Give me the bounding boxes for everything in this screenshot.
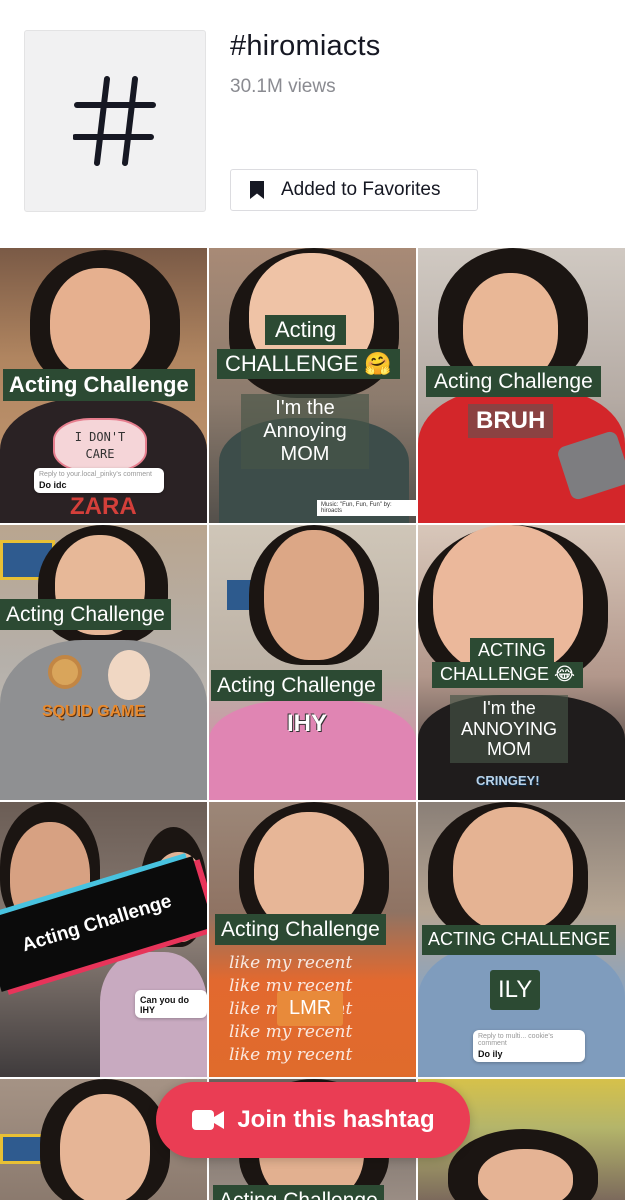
video-caption: Acting Challenge (213, 1185, 384, 1200)
reply-header: Reply to multi... cookie's comment (478, 1033, 554, 1047)
video-tile[interactable]: Acting Challenge BRUH (418, 248, 625, 523)
video-caption: Acting Challenge (0, 599, 171, 631)
reply-text: Do ily (478, 1049, 503, 1059)
video-tile[interactable]: Acting Challenge Can you do IHY (0, 802, 207, 1077)
video-overlay-text: BRUH (468, 404, 554, 438)
hashtag-header: #hiromiacts 30.1M views Added to Favorit… (0, 0, 625, 248)
video-caption-line1: Acting (265, 315, 347, 346)
video-tile[interactable]: ACTING CHALLENGE ILY Reply to multi... c… (418, 802, 625, 1077)
reply-text: Do idc (39, 480, 67, 490)
video-tile[interactable]: Acting Challenge I DON'T CARE Reply to y… (0, 248, 207, 523)
video-caption: Acting Challenge (426, 366, 601, 398)
video-overlay-text: ILY (490, 970, 541, 1010)
video-overlay-text: I DON'T CARE (74, 429, 126, 461)
bookmark-icon (250, 181, 264, 199)
video-tile[interactable]: Acting Challenge IHY (209, 525, 416, 800)
favorites-label: Added to Favorites (281, 179, 441, 200)
hashtag-title: #hiromiacts (230, 30, 381, 62)
video-caption-line2: CHALLENGE 🤗 (217, 349, 400, 380)
video-tile[interactable]: Acting Challenge SQUID GAME (0, 525, 207, 800)
hashtag-icon (73, 76, 156, 166)
video-overlay-text: LMR (277, 991, 344, 1026)
view-count: 30.1M views (230, 76, 336, 97)
join-hashtag-button[interactable]: Join this hashtag (156, 1082, 470, 1158)
video-tile[interactable]: ACTING CHALLENGE 😂 I'm the ANNOYING MOM … (418, 525, 625, 800)
video-camera-icon (192, 1110, 225, 1130)
video-caption: Acting Challenge (3, 369, 195, 402)
background-text: like my recent (229, 953, 353, 973)
video-overlay-text-2: CRINGEY! (476, 773, 540, 788)
comment-reply-bubble: Can you do IHY (135, 990, 207, 1018)
video-caption-line1: ACTING (470, 638, 555, 664)
favorites-button[interactable]: Added to Favorites (230, 169, 478, 211)
video-caption: Acting Challenge (211, 670, 382, 702)
video-overlay-text: IHY (287, 710, 328, 737)
comment-reply-bubble: Reply to your.local_pinky's comment Do i… (34, 468, 164, 493)
music-credit: Music: "Fun, Fun, Fun" by: hiroacts (317, 500, 416, 516)
video-caption-line2: CHALLENGE 😂 (432, 662, 584, 688)
reply-text: Can you do IHY (140, 995, 189, 1015)
video-overlay-text: I'm the ANNOYING MOM (450, 695, 568, 764)
reply-header: Reply to your.local_pinky's comment (39, 471, 152, 478)
video-caption: Acting Challenge (215, 914, 386, 946)
video-overlay-text: SQUID GAME (42, 703, 146, 720)
hashtag-thumbnail (24, 30, 206, 212)
video-tile[interactable]: Acting CHALLENGE 🤗 I'm the Annoying MOM … (209, 248, 416, 523)
video-caption: ACTING CHALLENGE (422, 925, 617, 955)
video-tile[interactable]: Acting Challenge like my recent like my … (209, 802, 416, 1077)
video-overlay-text: I'm the Annoying MOM (241, 394, 369, 469)
background-text: like my recent (229, 1044, 353, 1065)
comment-reply-bubble: Reply to multi... cookie's comment Do il… (473, 1030, 585, 1062)
join-hashtag-label: Join this hashtag (237, 1106, 435, 1133)
